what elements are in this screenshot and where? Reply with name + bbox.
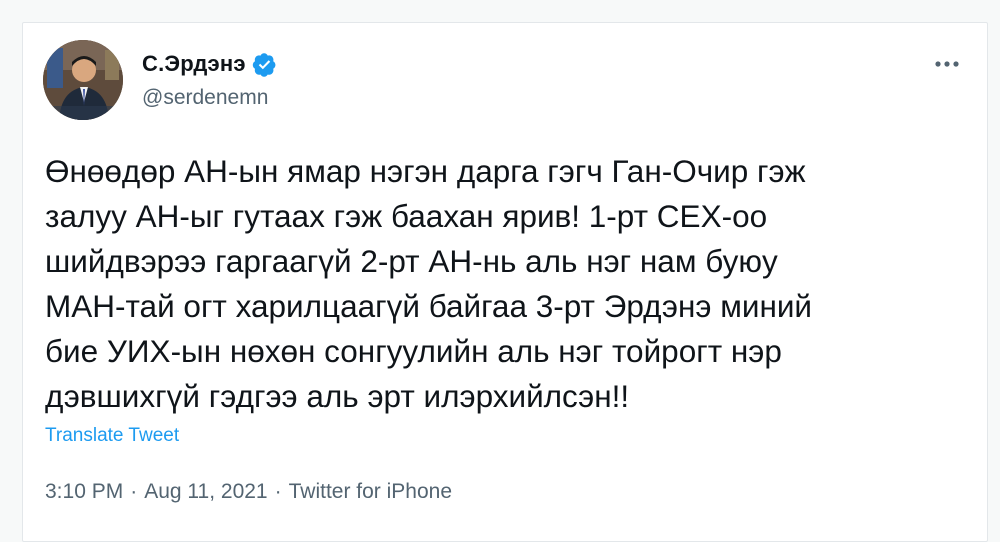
author-handle[interactable]: @serdenemn — [142, 86, 268, 110]
meta-separator: · — [274, 480, 282, 503]
tweet-source-link[interactable]: Twitter for iPhone — [289, 480, 452, 504]
translate-tweet-link[interactable]: Translate Tweet — [45, 425, 179, 447]
avatar[interactable] — [43, 40, 123, 120]
tweet-date[interactable]: Aug 11, 2021 — [144, 480, 267, 504]
author-name[interactable]: С.Эрдэнэ — [142, 51, 246, 77]
tweet-meta: 3:10 PM · Aug 11, 2021 · Twitter for iPh… — [45, 480, 452, 504]
tweet-card: С.Эрдэнэ @serdenemn Өнөөдөр АН-ын ямар н… — [22, 22, 988, 542]
tweet-time[interactable]: 3:10 PM — [45, 480, 123, 504]
tweet-text: Өнөөдөр АН-ын ямар нэгэн дарга гэгч Ган-… — [45, 153, 813, 414]
verified-badge-icon — [252, 52, 277, 77]
avatar-photo — [43, 40, 123, 120]
more-options-icon[interactable] — [933, 57, 961, 71]
meta-separator: · — [130, 480, 138, 503]
author-name-row[interactable]: С.Эрдэнэ — [142, 51, 277, 77]
